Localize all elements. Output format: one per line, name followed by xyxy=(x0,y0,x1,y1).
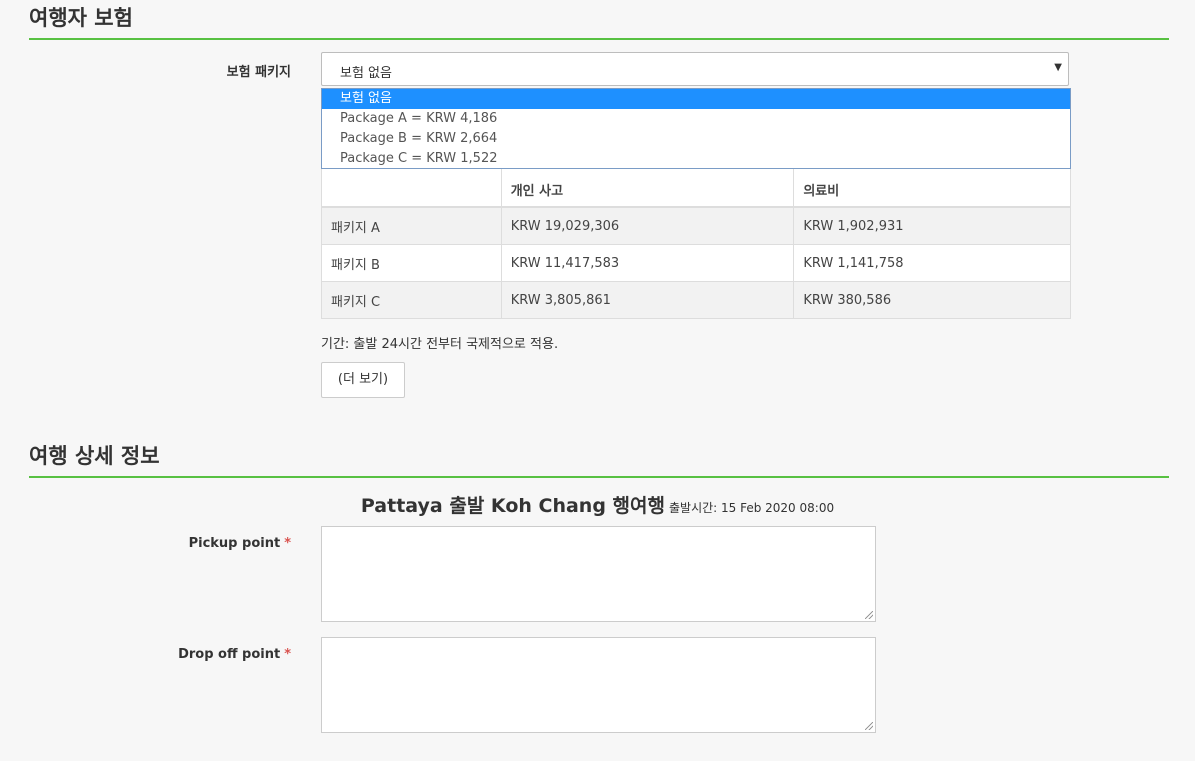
table-cell: KRW 19,029,306 xyxy=(500,206,795,245)
select-current-value: 보험 없음 xyxy=(340,66,392,81)
table-row: 패키지 C KRW 3,805,861 KRW 380,586 xyxy=(321,281,1071,319)
dropdown-option-package-a[interactable]: Package A = KRW 4,186 xyxy=(322,109,1070,129)
table-cell: 패키지 C xyxy=(321,281,502,319)
table-header-cell xyxy=(321,162,502,208)
pickup-point-label-text: Pickup point xyxy=(188,536,281,551)
dropdown-option-package-b[interactable]: Package B = KRW 2,664 xyxy=(322,129,1070,149)
table-header-cell: 개인 사고 xyxy=(500,162,795,208)
insurance-package-select[interactable]: 보험 없음 ▼ xyxy=(321,52,1069,86)
resize-handle-icon[interactable] xyxy=(865,611,873,619)
pickup-point-label: Pickup point * xyxy=(189,536,291,551)
required-mark: * xyxy=(284,647,291,662)
table-cell: KRW 380,586 xyxy=(793,281,1071,319)
trip-heading: Pattaya 출발 Koh Chang 행여행 출발시간: 15 Feb 202… xyxy=(0,491,1195,518)
table-cell: KRW 11,417,583 xyxy=(500,244,795,282)
trip-title: Pattaya 출발 Koh Chang 행여행 xyxy=(360,495,665,517)
required-mark: * xyxy=(284,536,291,551)
table-row: 패키지 A KRW 19,029,306 KRW 1,902,931 xyxy=(321,206,1071,245)
insurance-coverage-table: 개인 사고 의료비 패키지 A KRW 19,029,306 KRW 1,902… xyxy=(321,162,1071,319)
table-cell: KRW 3,805,861 xyxy=(500,281,795,319)
dropoff-point-label-text: Drop off point xyxy=(178,647,281,662)
dropdown-option-package-c[interactable]: Package C = KRW 1,522 xyxy=(322,149,1070,169)
pickup-point-input[interactable] xyxy=(321,526,876,622)
table-header-row: 개인 사고 의료비 xyxy=(321,162,1071,208)
trip-details-section-title: 여행 상세 정보 xyxy=(29,442,1169,478)
insurance-section-title: 여행자 보험 xyxy=(29,4,1169,40)
table-cell: KRW 1,902,931 xyxy=(793,206,1071,245)
dropdown-option-none[interactable]: 보험 없음 xyxy=(322,89,1070,109)
table-cell: 패키지 B xyxy=(321,244,502,282)
dropoff-point-label: Drop off point * xyxy=(178,647,291,662)
table-cell: 패키지 A xyxy=(321,206,502,245)
table-row: 패키지 B KRW 11,417,583 KRW 1,141,758 xyxy=(321,244,1071,282)
table-cell: KRW 1,141,758 xyxy=(793,244,1071,282)
departure-time: 출발시간: 15 Feb 2020 08:00 xyxy=(668,501,835,515)
coverage-period-text: 기간: 출발 24시간 전부터 국제적으로 적용. xyxy=(321,337,559,352)
table-header-cell: 의료비 xyxy=(793,162,1071,208)
dropoff-point-input[interactable] xyxy=(321,637,876,733)
resize-handle-icon[interactable] xyxy=(865,722,873,730)
chevron-down-icon: ▼ xyxy=(1054,62,1062,73)
more-info-button[interactable]: (더 보기) xyxy=(321,362,405,398)
insurance-package-dropdown: 보험 없음 Package A = KRW 4,186 Package B = … xyxy=(321,88,1071,169)
insurance-package-label: 보험 패키지 xyxy=(226,65,291,80)
